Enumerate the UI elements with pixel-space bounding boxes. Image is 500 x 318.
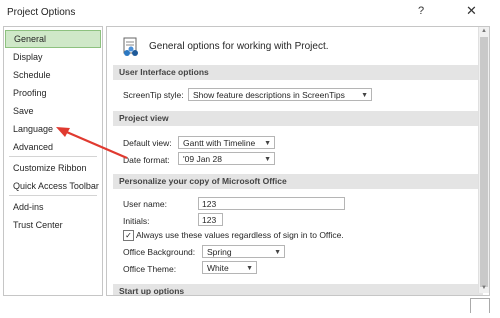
office-theme-value: White xyxy=(207,263,229,273)
section-personalize: Personalize your copy of Microsoft Offic… xyxy=(113,174,483,189)
sidebar-item-quick-access-toolbar[interactable]: Quick Access Toolbar xyxy=(4,177,102,195)
chevron-down-icon: ▼ xyxy=(361,92,368,99)
sidebar-item-display[interactable]: Display xyxy=(4,48,102,66)
sidebar-item-trust-center[interactable]: Trust Center xyxy=(4,216,102,234)
checkmark-icon: ✓ xyxy=(125,231,132,240)
content-scrollbar[interactable]: ▲ ▼ xyxy=(478,27,489,293)
screentip-style-label: ScreenTip style: xyxy=(123,90,184,100)
section-project-view: Project view xyxy=(113,111,483,126)
close-button[interactable]: ✕ xyxy=(466,3,477,19)
sidebar-item-proofing[interactable]: Proofing xyxy=(4,84,102,102)
scroll-down-icon[interactable]: ▼ xyxy=(479,285,489,291)
office-background-value: Spring xyxy=(207,247,232,257)
date-format-label: Date format: xyxy=(123,155,170,165)
sidebar-item-customize-ribbon[interactable]: Customize Ribbon xyxy=(4,159,102,177)
default-view-value: Gantt with Timeline xyxy=(183,138,256,148)
title-bar: Project Options ? ✕ xyxy=(0,0,500,26)
initials-field[interactable]: 123 xyxy=(198,213,223,226)
help-button[interactable]: ? xyxy=(418,5,424,17)
chevron-down-icon: ▼ xyxy=(246,265,253,272)
screentip-style-value: Show feature descriptions in ScreenTips xyxy=(193,90,345,100)
section-user-interface: User Interface options xyxy=(113,65,483,80)
section-start-up: Start up options xyxy=(113,284,483,295)
scrollbar-thumb[interactable] xyxy=(480,37,488,287)
sidebar-divider xyxy=(9,156,97,157)
sidebar-item-schedule[interactable]: Schedule xyxy=(4,66,102,84)
default-view-label: Default view: xyxy=(123,138,172,148)
chevron-down-icon: ▼ xyxy=(274,249,281,256)
options-sidebar: General Display Schedule Proofing Save L… xyxy=(3,26,103,296)
office-background-label: Office Background: xyxy=(123,247,196,257)
sidebar-item-general[interactable]: General xyxy=(5,30,101,48)
general-options-icon xyxy=(123,37,138,56)
sidebar-item-language[interactable]: Language xyxy=(4,120,102,138)
sidebar-item-advanced[interactable]: Advanced xyxy=(4,138,102,156)
screentip-style-dropdown[interactable]: Show feature descriptions in ScreenTips … xyxy=(188,88,372,101)
office-theme-label: Office Theme: xyxy=(123,264,177,274)
ok-button-edge[interactable] xyxy=(470,298,490,313)
options-content-panel: General options for working with Project… xyxy=(106,26,490,296)
window-title: Project Options xyxy=(7,7,76,18)
office-theme-dropdown[interactable]: White ▼ xyxy=(202,261,257,274)
date-format-dropdown[interactable]: '09 Jan 28 ▼ xyxy=(178,152,275,165)
page-heading: General options for working with Project… xyxy=(149,41,329,52)
default-view-dropdown[interactable]: Gantt with Timeline ▼ xyxy=(178,136,275,149)
always-use-checkbox[interactable]: ✓ xyxy=(123,230,134,241)
office-background-dropdown[interactable]: Spring ▼ xyxy=(202,245,285,258)
sidebar-item-add-ins[interactable]: Add-ins xyxy=(4,198,102,216)
user-name-label: User name: xyxy=(123,199,167,209)
always-use-label: Always use these values regardless of si… xyxy=(136,230,344,240)
scroll-up-icon[interactable]: ▲ xyxy=(479,28,489,34)
user-name-field[interactable]: 123 xyxy=(198,197,345,210)
chevron-down-icon: ▼ xyxy=(264,140,271,147)
sidebar-item-save[interactable]: Save xyxy=(4,102,102,120)
sidebar-divider xyxy=(9,195,97,196)
date-format-value: '09 Jan 28 xyxy=(183,154,222,164)
initials-label: Initials: xyxy=(123,216,150,226)
chevron-down-icon: ▼ xyxy=(264,156,271,163)
